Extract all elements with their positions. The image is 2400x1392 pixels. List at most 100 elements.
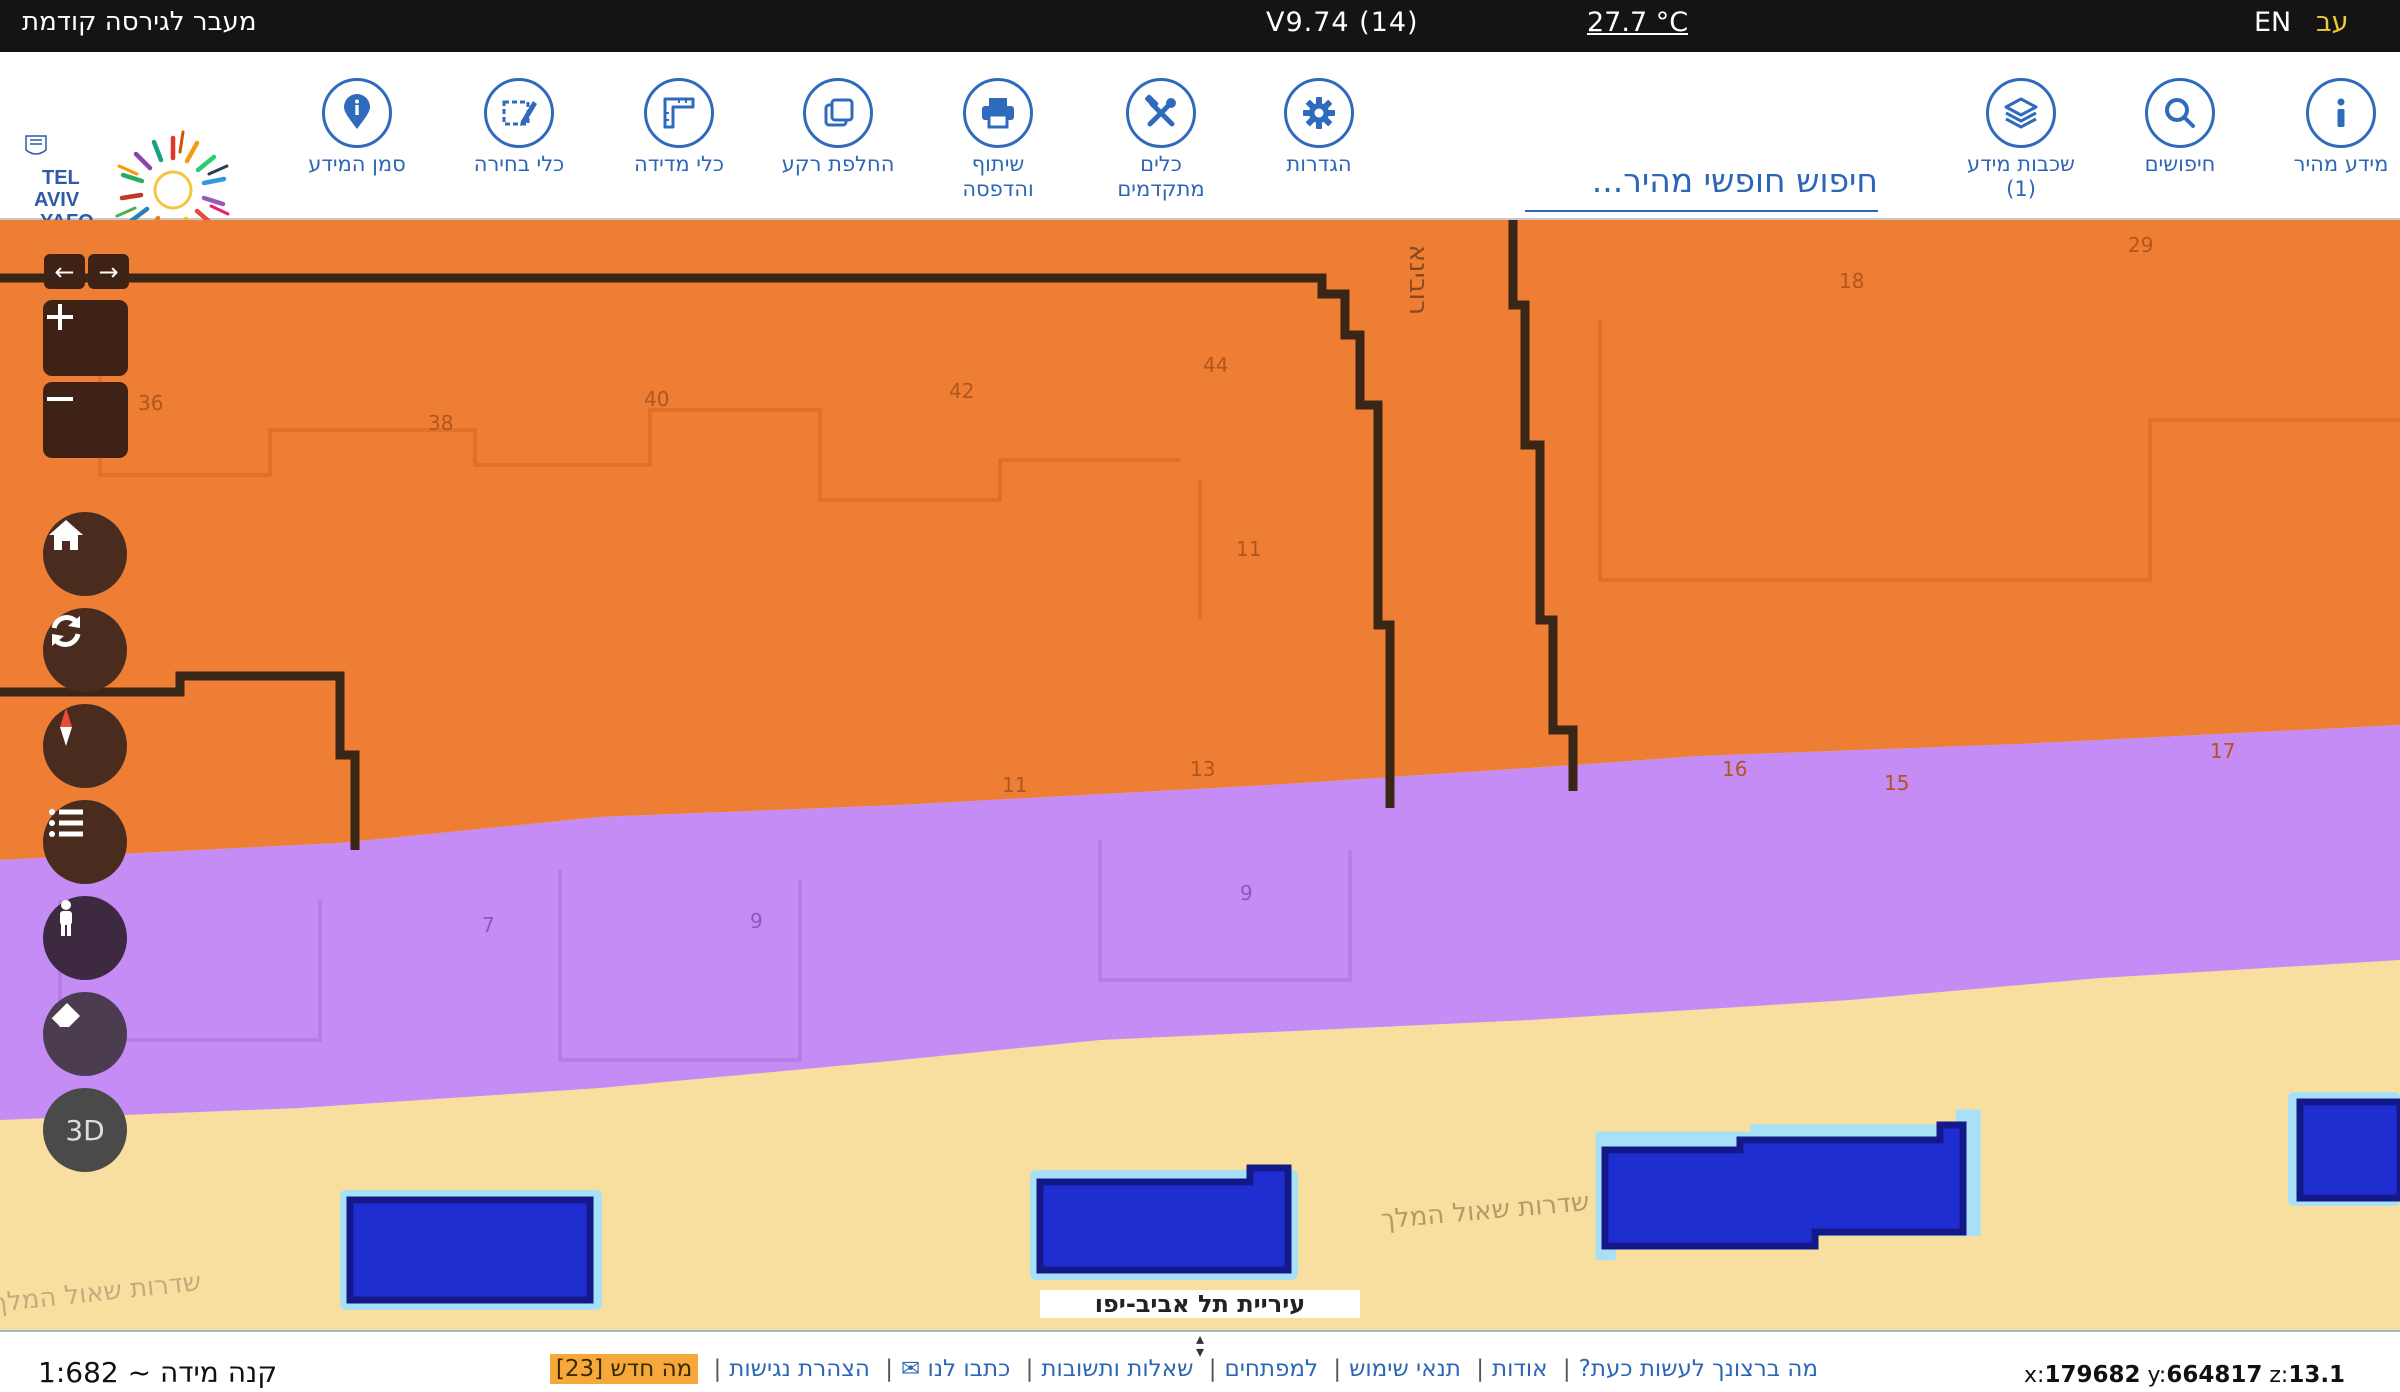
tool-layers[interactable]: שכבות מידע (1) — [1936, 78, 2106, 202]
footer-link-accessibility[interactable]: הצהרת נגישות — [729, 1356, 870, 1382]
tool-label: כלים מתקדמים — [1117, 152, 1205, 201]
whats-new-badge[interactable]: מה חדש [23] — [549, 1354, 699, 1384]
tool-label: חיפושים — [2144, 152, 2216, 176]
lang-he-button[interactable]: עב — [2316, 7, 2349, 38]
basemap-icon — [803, 78, 873, 148]
divider: | — [1208, 1356, 1217, 1382]
top-bar: מעבר לגירסה קודמת V9.74 (14) 27.7 °C EN … — [0, 0, 2400, 52]
refresh-icon — [51, 615, 81, 647]
gear-icon — [1284, 78, 1354, 148]
tool-label: שיתוף והדפסה — [962, 152, 1034, 201]
footer-link-terms[interactable]: תנאי שימוש — [1349, 1356, 1461, 1382]
divider: | — [1476, 1356, 1484, 1382]
info-icon — [2306, 78, 2376, 148]
legend-button[interactable] — [43, 800, 127, 884]
house-number: 38 — [428, 411, 453, 435]
house-number: 16 — [1722, 757, 1747, 781]
divider: | — [885, 1356, 893, 1382]
coord-z-value: 13.1 — [2288, 1362, 2346, 1388]
house-number: 44 — [1203, 353, 1228, 377]
divider: | — [1025, 1356, 1034, 1382]
3d-view-button[interactable]: 3D — [43, 1088, 127, 1172]
footer-link-about[interactable]: אודות — [1492, 1356, 1548, 1382]
house-number: 40 — [644, 387, 669, 411]
house-number: 29 — [2128, 233, 2153, 257]
temperature-link[interactable]: 27.7 °C — [1587, 7, 1688, 38]
zoom-out-icon — [47, 397, 73, 401]
tool-quick-info[interactable]: מידע מהיר — [2256, 78, 2400, 177]
footer-link-what-to-do[interactable]: מה ברצונך לעשות כעת? — [1579, 1356, 1818, 1382]
tool-label: סמן המידע — [308, 152, 406, 176]
coord-x-value: 179682 — [2044, 1362, 2141, 1388]
coord-x-label: x: — [2024, 1363, 2045, 1388]
person-icon — [60, 900, 72, 936]
home-button[interactable] — [43, 512, 127, 596]
compass-icon — [60, 708, 72, 746]
city-attribution-label: עיריית תל אביב-יפו — [1040, 1290, 1360, 1318]
tool-label: שכבות מידע (1) — [1967, 152, 2075, 201]
map-svg: 36 38 40 42 44 18 29 11 16 15 17 11 13 7… — [0, 220, 2400, 1330]
city-emblem-icon — [25, 135, 47, 155]
house-number: 13 — [1190, 757, 1215, 781]
coord-y-value: 664817 — [2166, 1362, 2263, 1388]
zoom-out-button[interactable] — [43, 382, 128, 458]
tool-label: כלי בחירה — [473, 152, 565, 176]
footer-link-developers[interactable]: למפתחים — [1224, 1356, 1318, 1382]
house-number: 9 — [750, 909, 763, 933]
tool-label: החלפת רקע — [781, 152, 895, 176]
tools-icon — [1126, 78, 1196, 148]
footer-links: מה ברצונך לעשות כעת? | אודות | תנאי שימוש |… — [549, 1354, 1818, 1390]
tool-searches[interactable]: חיפושים — [2095, 78, 2265, 177]
tool-advanced[interactable]: כלים מתקדמים — [1076, 78, 1246, 202]
house-number: 18 — [1839, 269, 1864, 293]
logo-aviv-text: AVIV — [34, 189, 80, 211]
history-forward-button[interactable]: → — [88, 254, 129, 289]
tool-label: מידע מהיר — [2293, 152, 2389, 176]
search-box — [1525, 152, 1878, 212]
arrow-right-icon: → — [98, 257, 119, 286]
printer-icon — [963, 78, 1033, 148]
house-number: 42 — [949, 379, 974, 403]
map-canvas[interactable]: 36 38 40 42 44 18 29 11 16 15 17 11 13 7… — [0, 220, 2400, 1330]
footer-link-faq[interactable]: שאלות ותשובות — [1041, 1356, 1193, 1382]
pin-icon — [322, 78, 392, 148]
lang-en-button[interactable]: EN — [2254, 7, 2291, 38]
tool-measure[interactable]: כלי מדידה — [594, 78, 764, 177]
search-input[interactable] — [1525, 152, 1878, 208]
tool-change-basemap[interactable]: החלפת רקע — [753, 78, 923, 177]
tool-label: הגדרות — [1286, 152, 1352, 176]
bottom-bar: ▴ ▾ קנה מידה ~ 1:682 מה ברצונך לעשות כעת?… — [0, 1330, 2400, 1392]
refresh-button[interactable] — [43, 608, 127, 692]
home-icon — [49, 520, 83, 550]
street-view-button[interactable] — [43, 896, 127, 980]
house-number: 36 — [138, 391, 163, 415]
divider: | — [713, 1356, 722, 1382]
previous-version-link[interactable]: מעבר לגירסה קודמת — [22, 7, 256, 37]
select-icon — [484, 78, 554, 148]
divider: | — [1562, 1356, 1571, 1382]
search-icon — [2145, 78, 2215, 148]
tool-settings[interactable]: הגדרות — [1234, 78, 1404, 177]
house-number: 11 — [1002, 773, 1027, 797]
zoom-in-button[interactable] — [43, 300, 128, 376]
compass-button[interactable] — [43, 704, 127, 788]
expand-panel-handle[interactable]: ▴ ▾ — [1190, 1331, 1210, 1360]
list-icon — [49, 809, 83, 837]
street-label: רובינא — [1403, 245, 1433, 315]
divider: | — [1333, 1356, 1342, 1382]
zoom-in-icon — [47, 304, 73, 330]
layers-icon — [1986, 78, 2056, 148]
coordinates-readout: x:179682 y:664817 z:13.1 — [2024, 1362, 2345, 1388]
map-scale: קנה מידה ~ 1:682 — [38, 1356, 278, 1389]
footer-link-contact[interactable]: כתבו לנו ✉ — [901, 1356, 1010, 1382]
house-number: 17 — [2210, 739, 2235, 763]
history-back-button[interactable]: ← — [44, 254, 85, 289]
tool-share-print[interactable]: שיתוף והדפסה — [913, 78, 1083, 202]
eraser-icon — [50, 1003, 80, 1028]
tool-select[interactable]: כלי בחירה — [434, 78, 604, 177]
clear-button[interactable] — [43, 992, 127, 1076]
tool-info-marker[interactable]: סמן המידע — [272, 78, 442, 177]
house-number: 9 — [1240, 881, 1253, 905]
house-number: 15 — [1884, 771, 1909, 795]
house-number: 11 — [1236, 537, 1261, 561]
